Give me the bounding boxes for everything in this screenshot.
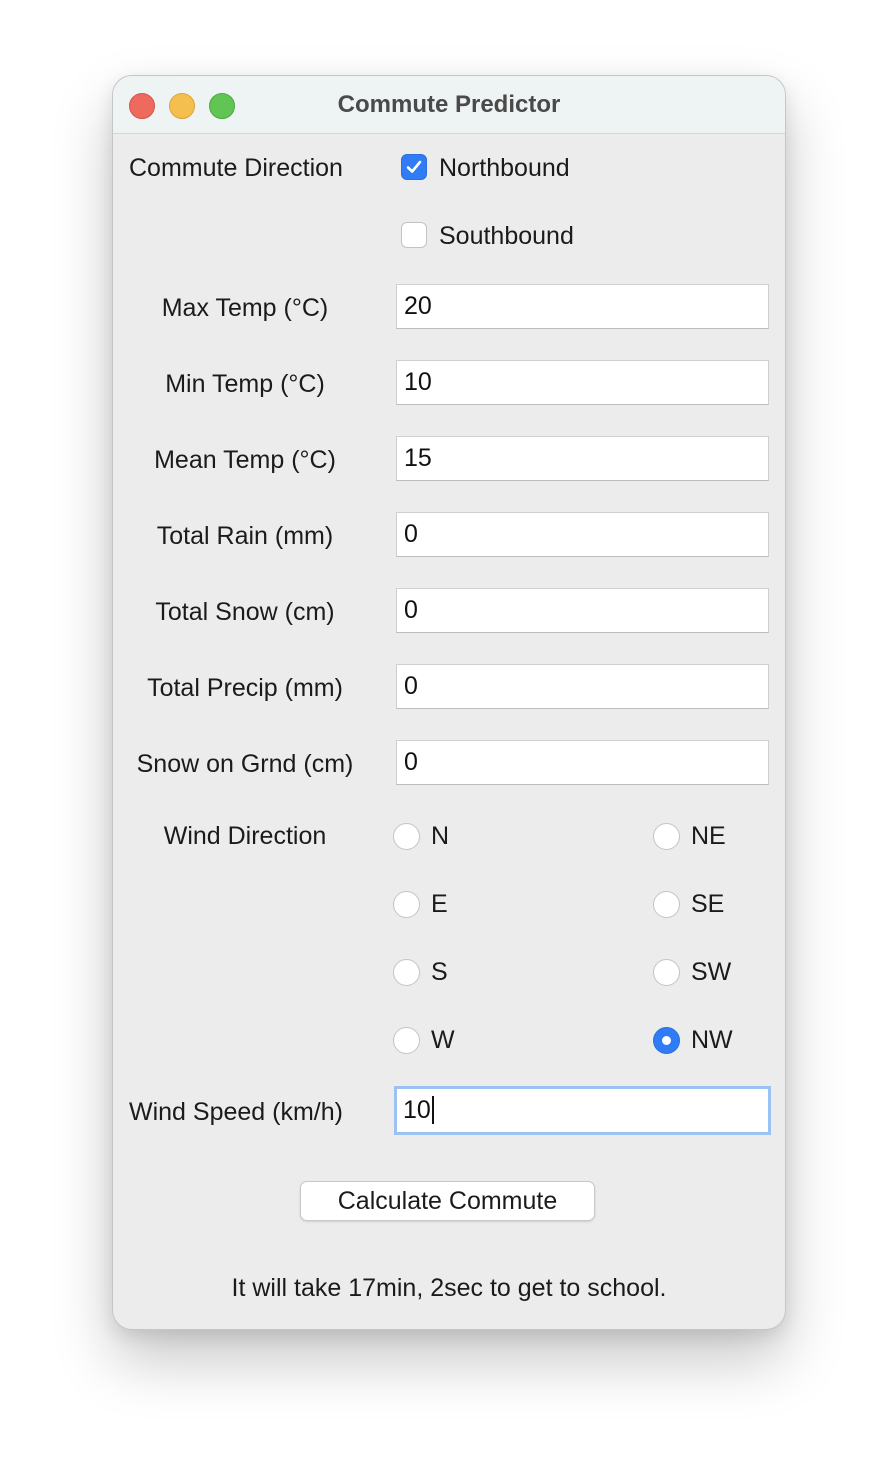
window-title: Commute Predictor (337, 91, 561, 118)
wind-nw-radio[interactable] (653, 1027, 680, 1054)
min-temp-input[interactable]: 10 (396, 360, 769, 405)
snow-on-ground-label: Snow on Grnd (cm) (136, 750, 354, 778)
wind-n-radio[interactable] (393, 823, 420, 850)
wind-w-label: W (431, 1026, 455, 1054)
wind-ne-radio[interactable] (653, 823, 680, 850)
min-temp-label: Min Temp (°C) (165, 370, 325, 398)
calculate-commute-button[interactable]: Calculate Commute (300, 1181, 595, 1221)
wind-w-radio[interactable] (393, 1027, 420, 1054)
max-temp-label: Max Temp (°C) (161, 294, 329, 322)
northbound-label: Northbound (439, 154, 570, 182)
snow-on-ground-input[interactable]: 0 (396, 740, 769, 785)
wind-sw-label: SW (691, 958, 732, 986)
checkmark-icon (406, 160, 422, 173)
wind-e-radio[interactable] (393, 891, 420, 918)
total-snow-label: Total Snow (cm) (155, 598, 335, 626)
wind-se-label: SE (691, 890, 725, 918)
wind-speed-label: Wind Speed (km/h) (129, 1098, 343, 1126)
southbound-checkbox[interactable] (401, 222, 427, 248)
wind-s-label: S (431, 958, 448, 986)
mean-temp-label: Mean Temp (°C) (154, 446, 336, 474)
wind-sw-radio[interactable] (653, 959, 680, 986)
mean-temp-input[interactable]: 15 (396, 436, 769, 481)
wind-s-radio[interactable] (393, 959, 420, 986)
total-precip-input[interactable]: 0 (396, 664, 769, 709)
wind-se-radio[interactable] (653, 891, 680, 918)
wind-ne-label: NE (691, 822, 726, 850)
title-bar: Commute Predictor (113, 76, 785, 134)
max-temp-input[interactable]: 20 (396, 284, 769, 329)
wind-nw-label: NW (691, 1026, 733, 1054)
northbound-checkbox[interactable] (401, 154, 427, 180)
total-rain-input[interactable]: 0 (396, 512, 769, 557)
southbound-label: Southbound (439, 222, 574, 250)
wind-speed-input[interactable]: 10 (394, 1086, 771, 1135)
text-caret (431, 1095, 434, 1124)
total-snow-input[interactable]: 0 (396, 588, 769, 633)
wind-n-label: N (431, 822, 450, 850)
wind-direction-label: Wind Direction (163, 822, 327, 850)
commute-direction-label: Commute Direction (129, 154, 343, 182)
wind-speed-value: 10 (403, 1096, 431, 1124)
total-precip-label: Total Precip (mm) (147, 674, 343, 702)
app-window: Commute Predictor Commute Direction Nort… (112, 75, 786, 1330)
total-rain-label: Total Rain (mm) (156, 522, 334, 550)
result-text: It will take 17min, 2sec to get to schoo… (231, 1274, 667, 1302)
wind-e-label: E (431, 890, 448, 918)
